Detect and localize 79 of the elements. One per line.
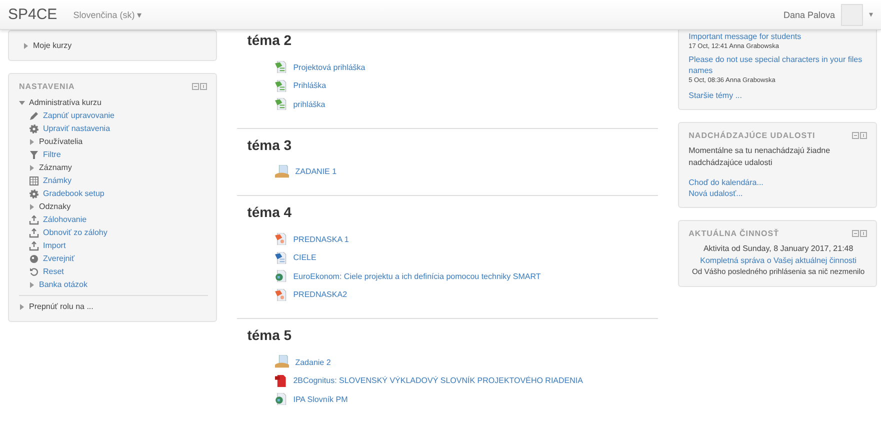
tree-item[interactable]: Administratíva kurzu <box>29 96 102 109</box>
pencil-icon <box>29 110 39 120</box>
section-heading: téma 2 <box>247 32 293 48</box>
expand-arrow-icon[interactable] <box>29 204 35 210</box>
activity-since: Aktivita od Sunday, 8 January 2017, 21:48 <box>702 243 854 255</box>
tree-item[interactable]: Známky <box>43 174 72 187</box>
block-controls-icon[interactable] <box>852 132 868 139</box>
forum-post-link[interactable]: Please do not use special characters in your files names <box>688 54 868 76</box>
block-title: NADCHÁDZAJÚCE UDALOSTI <box>688 131 816 140</box>
globe-icon <box>275 270 288 282</box>
assignment-icon <box>275 164 290 179</box>
expand-arrow-icon[interactable] <box>19 100 25 106</box>
tree-item[interactable]: Gradebook setup <box>43 187 104 200</box>
tree-item[interactable]: Odznaky <box>39 200 71 213</box>
site-brand[interactable]: SP4CE <box>8 6 58 23</box>
tree-item[interactable]: Upraviť nastavenia <box>43 122 110 135</box>
tree-item[interactable]: Používatelia <box>39 135 83 148</box>
older-topics-link[interactable]: Staršie témy ... <box>688 90 868 101</box>
slides-icon <box>275 288 288 301</box>
slides-icon <box>275 233 288 246</box>
globe-icon <box>29 254 39 264</box>
spreadsheet-icon <box>275 80 288 92</box>
events-link[interactable]: Nová udalosť... <box>688 188 868 199</box>
block-controls-icon[interactable] <box>852 230 868 237</box>
avatar-icon[interactable] <box>841 4 863 26</box>
expand-arrow-icon[interactable] <box>19 304 25 310</box>
activity-link[interactable]: Projektová prihláška <box>293 62 366 72</box>
tree-item[interactable]: Reset <box>43 265 64 278</box>
gear-icon <box>29 188 39 198</box>
globe-icon <box>275 393 288 406</box>
expand-arrow-icon[interactable] <box>29 138 35 144</box>
activity-link[interactable]: IPA Slovník PM <box>293 394 348 404</box>
expand-arrow-icon[interactable] <box>23 42 29 48</box>
block-controls-icon[interactable] <box>192 83 208 90</box>
activity-link[interactable]: Zadanie 2 <box>295 358 331 367</box>
spreadsheet-icon <box>275 61 288 74</box>
activity-link[interactable]: PREDNASKA2 <box>293 290 348 300</box>
block-title: NASTAVENIA <box>19 82 75 91</box>
filter-icon <box>29 150 39 160</box>
tree-item[interactable]: Zálohovanie <box>43 213 87 226</box>
document-icon <box>275 252 288 264</box>
activity-link[interactable]: Prihláška <box>293 81 326 90</box>
table-icon <box>29 176 39 186</box>
tree-item[interactable]: Filtre <box>43 148 61 161</box>
upload-icon <box>29 214 39 224</box>
assignment-icon <box>275 355 290 370</box>
pdf-icon <box>275 374 288 387</box>
gear-icon <box>29 124 39 134</box>
activity-link[interactable]: prihláška <box>293 100 326 109</box>
events-link[interactable]: Choď do kalendára... <box>688 177 868 188</box>
forum-post-link[interactable]: Important message for students <box>688 31 868 42</box>
activity-link[interactable]: 2BCognitus: SLOVENSKÝ VÝKLADOVÝ SLOVNÍK PROJEKTOVÉHO RIADENIA <box>293 376 583 386</box>
tree-item[interactable]: Záznamy <box>39 161 72 174</box>
events-message: Momentálne sa tu nenachádzajú žiadne nadchádzajúce udalosti <box>688 145 832 169</box>
activity-link[interactable]: EuroEkonom: Ciele projektu a ich definícia pomocou techniky SMART <box>293 272 541 281</box>
activity-link[interactable]: ZADANIE 1 <box>295 167 337 176</box>
upload-icon <box>29 228 39 238</box>
expand-arrow-icon[interactable] <box>29 164 35 170</box>
language-menu[interactable]: Slovenčina (sk) ▾ <box>73 10 142 20</box>
section-heading: téma 4 <box>247 204 293 220</box>
block-title: AKTUÁLNA ČINNOSŤ <box>688 229 780 238</box>
tree-item[interactable]: Import <box>43 239 66 252</box>
reset-icon <box>29 266 39 276</box>
tree-item[interactable]: Banka otázok <box>39 278 88 291</box>
user-name[interactable]: Dana Palova <box>783 10 835 20</box>
tree-item[interactable]: Zverejniť <box>43 252 74 265</box>
tree-item[interactable]: Obnoviť zo zálohy <box>43 226 108 239</box>
upload-icon <box>29 240 39 250</box>
tree-item[interactable]: Prepnúť rolu na ... <box>29 300 94 313</box>
tree-item[interactable]: Zapnúť upravovanie <box>43 109 114 122</box>
section-heading: téma 5 <box>247 327 293 343</box>
activity-link[interactable]: CIELE <box>293 253 316 262</box>
spreadsheet-icon <box>275 98 288 110</box>
section-heading: téma 3 <box>247 136 293 152</box>
expand-arrow-icon[interactable] <box>29 282 35 288</box>
full-report-link[interactable]: Kompletná správa o Vašej aktuálnej činnosti <box>688 255 868 266</box>
tree-item[interactable]: Moje kurzy <box>33 39 72 52</box>
activity-link[interactable]: PREDNASKA 1 <box>293 234 349 244</box>
user-menu-caret[interactable]: ▾ <box>869 10 873 19</box>
